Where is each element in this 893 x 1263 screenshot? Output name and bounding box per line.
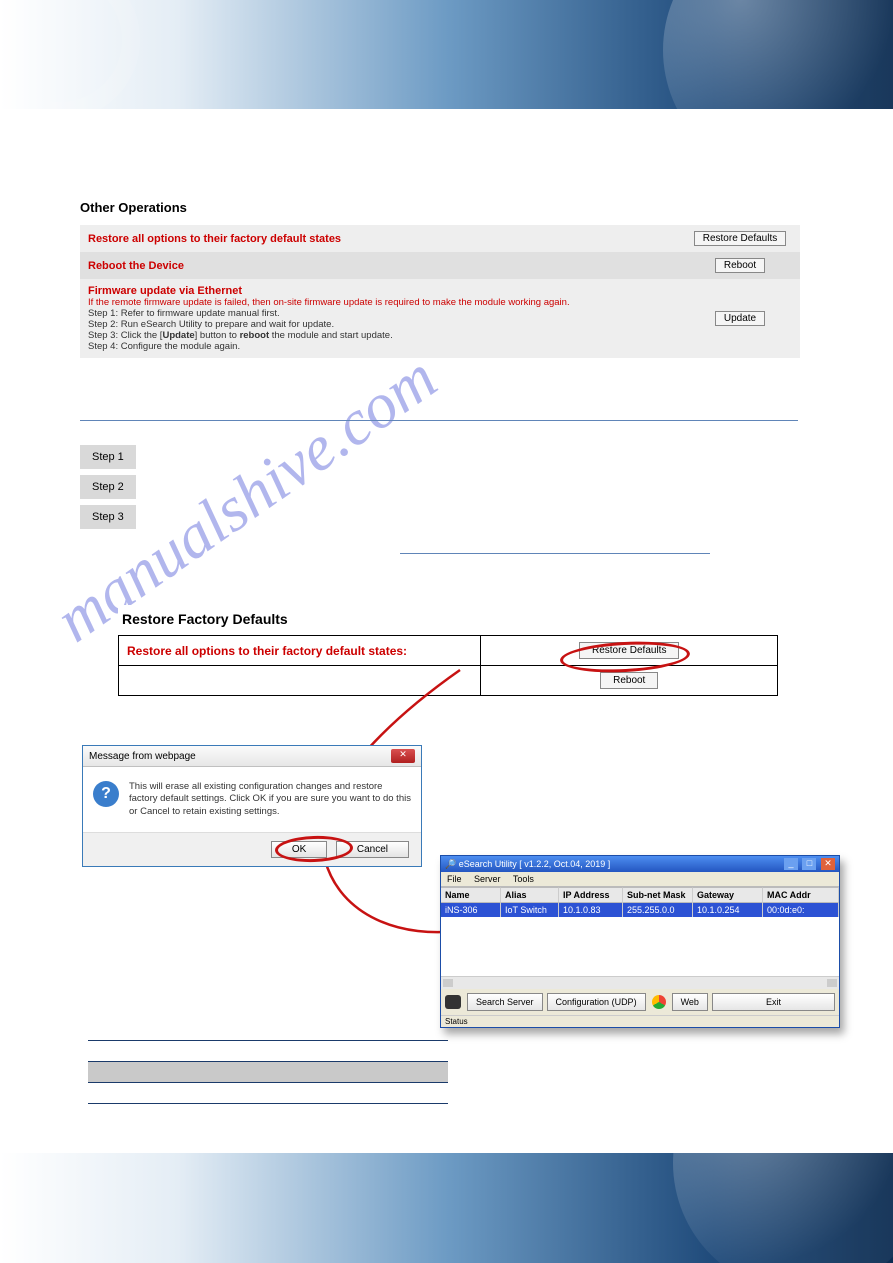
table-row: Firmware update via Ethernet If the remo…: [80, 279, 800, 358]
ok-button[interactable]: OK: [271, 841, 327, 858]
divider: [80, 420, 798, 421]
binoculars-icon: [445, 995, 461, 1009]
dialog-title: Message from webpage: [89, 751, 196, 762]
close-icon[interactable]: ✕: [391, 749, 415, 763]
bottom-cell: [232, 1083, 448, 1104]
table-row: Reboot the Device Reboot: [80, 252, 800, 279]
reboot-device-title: Reboot the Device: [88, 260, 184, 272]
page-footer-band: [0, 1153, 893, 1263]
menu-server[interactable]: Server: [474, 874, 501, 884]
esearch-menu: File Server Tools: [441, 872, 839, 887]
minimize-icon[interactable]: _: [784, 858, 798, 870]
restore-defaults-title: Restore all options to their factory def…: [88, 233, 341, 245]
col-gateway[interactable]: Gateway: [693, 887, 763, 903]
step-list: Step 1 Step 2 Step 3: [80, 445, 136, 535]
restore-panel-title: Restore Factory Defaults: [122, 611, 774, 627]
col-mac[interactable]: MAC Addr: [763, 887, 839, 903]
step-1-box: Step 1: [80, 445, 136, 469]
cancel-button[interactable]: Cancel: [336, 841, 409, 858]
chrome-icon: [652, 995, 666, 1009]
close-icon[interactable]: ✕: [821, 858, 835, 870]
cell-mac: 00:0d:e0:: [763, 903, 839, 917]
table-row: Restore all options to their factory def…: [119, 636, 778, 666]
step-3-box: Step 3: [80, 505, 136, 529]
step-2-box: Step 2: [80, 475, 136, 499]
bottom-header-cell: [88, 1062, 232, 1083]
cell-ip: 10.1.0.83: [559, 903, 623, 917]
esearch-toolbar: Search Server Configuration (UDP) Web Ex…: [441, 989, 839, 1015]
cell-subnet: 255.255.0.0: [623, 903, 693, 917]
col-subnet[interactable]: Sub-net Mask: [623, 887, 693, 903]
reboot-button-2[interactable]: Reboot: [600, 672, 658, 689]
cell-gateway: 10.1.0.254: [693, 903, 763, 917]
confirm-dialog: Message from webpage ✕ ? This will erase…: [82, 745, 422, 867]
firmware-update-title: Firmware update via Ethernet: [88, 285, 672, 297]
cell-name: iNS-306: [441, 903, 501, 917]
ball-decoration: [673, 1153, 893, 1263]
restore-option-label: Restore all options to their factory def…: [119, 636, 481, 666]
bottom-table: [88, 1040, 448, 1104]
esearch-title: 🔎 eSearch Utility [ v1.2.2, Oct.04, 2019…: [445, 859, 610, 870]
divider: [400, 553, 710, 554]
firmware-step2: Step 2: Run eSearch Utility to prepare a…: [88, 319, 672, 330]
maximize-icon[interactable]: □: [802, 858, 816, 870]
col-ip[interactable]: IP Address: [559, 887, 623, 903]
bottom-cell: [88, 1083, 232, 1104]
scroll-left-icon[interactable]: [443, 979, 453, 987]
esearch-columns: Name Alias IP Address Sub-net Mask Gatew…: [441, 887, 839, 903]
firmware-step4: Step 4: Configure the module again.: [88, 341, 672, 352]
table-row: Reboot: [119, 666, 778, 696]
bottom-header-cell: [232, 1062, 448, 1083]
page-header-band: [0, 0, 893, 109]
dialog-message: This will erase all existing configurati…: [129, 781, 411, 818]
scroll-right-icon[interactable]: [827, 979, 837, 987]
esearch-body: [441, 917, 839, 977]
question-icon: ?: [93, 781, 119, 807]
web-button[interactable]: Web: [672, 993, 708, 1011]
col-alias[interactable]: Alias: [501, 887, 559, 903]
other-operations-table: Restore all options to their factory def…: [80, 225, 800, 358]
menu-file[interactable]: File: [447, 874, 462, 884]
configuration-button[interactable]: Configuration (UDP): [547, 993, 646, 1011]
scrollbar[interactable]: [441, 977, 839, 989]
restore-factory-panel: Restore Factory Defaults Restore all opt…: [118, 605, 778, 696]
other-operations-heading: Other Operations: [80, 200, 810, 215]
esearch-window: 🔎 eSearch Utility [ v1.2.2, Oct.04, 2019…: [440, 855, 840, 1028]
bottom-cell: [88, 1041, 232, 1062]
table-row: Restore all options to their factory def…: [80, 225, 800, 252]
restore-defaults-button[interactable]: Restore Defaults: [694, 231, 786, 246]
reboot-button[interactable]: Reboot: [715, 258, 765, 273]
menu-tools[interactable]: Tools: [513, 874, 534, 884]
cell-alias: IoT Switch: [501, 903, 559, 917]
ball-decoration: [663, 0, 893, 109]
firmware-step1: Step 1: Refer to firmware update manual …: [88, 308, 672, 319]
firmware-step3: Step 3: Click the [Update] button to reb…: [88, 330, 672, 341]
reboot-option-label: [119, 666, 481, 696]
firmware-update-warning: If the remote firmware update is failed,…: [88, 297, 672, 308]
update-button[interactable]: Update: [715, 311, 765, 326]
col-name[interactable]: Name: [441, 887, 501, 903]
status-bar: Status: [441, 1015, 839, 1027]
restore-defaults-button-2[interactable]: Restore Defaults: [579, 642, 679, 659]
gear-decoration: [0, 0, 140, 109]
bottom-cell: [232, 1041, 448, 1062]
search-server-button[interactable]: Search Server: [467, 993, 543, 1011]
esearch-row[interactable]: iNS-306 IoT Switch 10.1.0.83 255.255.0.0…: [441, 903, 839, 917]
exit-button[interactable]: Exit: [712, 993, 835, 1011]
